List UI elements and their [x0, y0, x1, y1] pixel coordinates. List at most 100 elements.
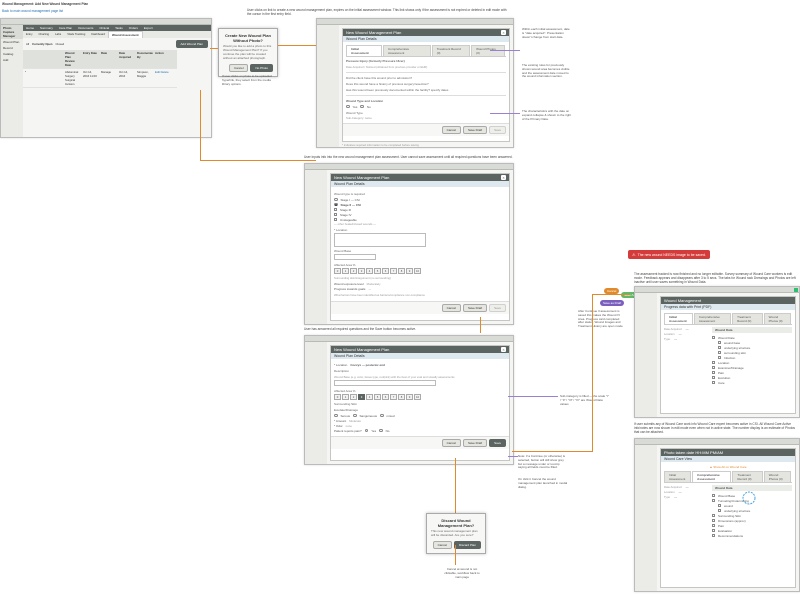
- sidebar: Photo Capture Manager Wound Plan Record …: [1, 25, 23, 137]
- modal-confirm-button[interactable]: Discard Plan: [454, 541, 481, 549]
- label-cat: Wound Type and Location: [346, 99, 506, 103]
- filter-all[interactable]: All: [26, 42, 29, 46]
- save-draft-button[interactable]: Save Draft: [463, 439, 487, 447]
- tab-treatment[interactable]: Treatment Record (0): [732, 471, 762, 482]
- k: Type: [664, 337, 670, 341]
- modal-cancel-button[interactable]: Cancel: [433, 541, 452, 549]
- checkbox-opt[interactable]: [334, 213, 337, 216]
- modal-confirm-button[interactable]: No Photo: [250, 64, 273, 72]
- close-icon[interactable]: ×: [501, 30, 506, 35]
- cancel-button[interactable]: Cancel: [442, 126, 461, 134]
- radio-opt[interactable]: [334, 203, 338, 207]
- radio-y[interactable]: [365, 429, 369, 433]
- radio-ex[interactable]: [334, 414, 338, 418]
- tab-photos[interactable]: Wound Photos (0): [764, 471, 791, 482]
- subtab-dashboard[interactable]: Dashboard: [88, 31, 108, 38]
- li: underlying structure: [724, 346, 750, 350]
- checkbox[interactable]: [718, 356, 721, 359]
- show-all-link[interactable]: Show All on Wound Care: [713, 465, 746, 469]
- radio-yes[interactable]: [346, 105, 350, 109]
- checkbox[interactable]: [712, 376, 715, 379]
- panel3-screen: New Wound Management Plan× Wound Plan De…: [304, 335, 514, 465]
- checkbox[interactable]: [712, 494, 715, 497]
- close-icon[interactable]: ×: [501, 175, 506, 180]
- tab-treatment[interactable]: Treatment Record (0): [432, 45, 470, 56]
- modal-cancel-button[interactable]: Cancel: [229, 64, 248, 72]
- checkbox[interactable]: [712, 534, 715, 537]
- tab-initial[interactable]: Initial Assessment: [664, 313, 693, 324]
- modal-title: Discard Wound Management Plan?: [431, 518, 481, 528]
- checkbox[interactable]: [718, 509, 721, 512]
- radio-ex[interactable]: [353, 414, 357, 418]
- li: Dimensions (approx): [718, 519, 746, 523]
- checkbox[interactable]: [712, 499, 715, 502]
- checkbox[interactable]: [712, 514, 715, 517]
- tab-initial[interactable]: Initial Assessment: [664, 471, 691, 482]
- opt: Stage IV: [340, 213, 352, 217]
- checkbox[interactable]: [712, 366, 715, 369]
- opt: Stage I — CSI: [341, 198, 360, 202]
- tab-photos[interactable]: Wound Photos (0): [764, 313, 791, 324]
- save-draft-button[interactable]: Save Draft: [463, 126, 487, 134]
- row-link[interactable]: Abdominal Surgery Surgical Incision: [63, 69, 81, 88]
- tab-comprehensive[interactable]: Comprehensive Assessment: [694, 313, 731, 324]
- checkbox[interactable]: [712, 381, 715, 384]
- subtab-labs[interactable]: Labs: [52, 31, 64, 38]
- connector: [512, 451, 592, 452]
- checkbox-opt[interactable]: [334, 208, 337, 211]
- checkbox[interactable]: [712, 336, 715, 339]
- tab-photos[interactable]: Wound Photos (0): [471, 45, 505, 56]
- tab-treatment[interactable]: Treatment Record (0): [732, 313, 763, 324]
- checkbox[interactable]: [712, 529, 715, 532]
- sidebar-item-add[interactable]: Add: [1, 57, 23, 63]
- tab-comprehensive[interactable]: Comprehensive Assessment: [692, 471, 731, 482]
- col-plan: Wound Plan Review Date: [63, 50, 81, 69]
- location-textarea[interactable]: [334, 233, 426, 247]
- subtab-charting[interactable]: Charting: [36, 31, 53, 38]
- wbase-input[interactable]: [334, 380, 436, 386]
- checkbox[interactable]: [718, 346, 721, 349]
- subtab-entry[interactable]: Entry: [23, 31, 36, 38]
- checkbox[interactable]: [718, 341, 721, 344]
- checkbox[interactable]: [718, 504, 721, 507]
- cancel-button[interactable]: Cancel: [442, 439, 461, 447]
- radio-opt[interactable]: [334, 198, 338, 202]
- li: Wound Base: [718, 494, 735, 498]
- panel-title: Photo taken date HH:MM PM/AM: [664, 450, 723, 455]
- add-wound-button[interactable]: Add Wound Plan: [176, 40, 208, 48]
- close-icon[interactable]: ×: [501, 347, 506, 352]
- subtab-wound[interactable]: Wound Assessment: [108, 31, 143, 38]
- li: Tunneling/Undermining: [718, 499, 749, 503]
- checkbox[interactable]: [712, 524, 715, 527]
- filter-closed[interactable]: Closed: [55, 42, 64, 46]
- label-plan: Surrounding Skin: [334, 402, 506, 406]
- tab-export[interactable]: Export: [141, 25, 156, 31]
- sidebar-item-photo[interactable]: Photo Capture Manager: [1, 25, 23, 39]
- checkbox[interactable]: [712, 371, 715, 374]
- modal-title: Create New Wound Plan Without Photo?: [223, 33, 273, 43]
- opt: Sanguineous: [360, 414, 378, 418]
- radio-n[interactable]: [379, 429, 383, 433]
- save-draft-button[interactable]: Save Draft: [463, 304, 487, 312]
- tab-initial[interactable]: Initial Assessment: [346, 45, 382, 56]
- wbase-input[interactable]: [334, 254, 376, 260]
- cancel-button[interactable]: Cancel: [442, 304, 461, 312]
- save-button-disabled: Save: [489, 126, 506, 134]
- back-link[interactable]: Back to main wound management page list: [2, 9, 63, 13]
- filter-open[interactable]: Currently Open: [32, 42, 52, 46]
- area-scale[interactable]: 012345678910: [334, 268, 421, 274]
- tab-comprehensive[interactable]: Comprehensive Assessment: [383, 45, 431, 56]
- checkbox[interactable]: [712, 361, 715, 364]
- area-scale[interactable]: 012345678910: [334, 394, 421, 400]
- checkbox[interactable]: [718, 351, 721, 354]
- radio-ex[interactable]: [380, 414, 384, 418]
- k: Location: [664, 332, 675, 336]
- radio-no[interactable]: [360, 105, 364, 109]
- row-actions[interactable]: Edit Delete: [153, 69, 177, 88]
- val-wexp: Moderately: [367, 282, 381, 286]
- label-edge: Surrounding skin/integument (no surround…: [334, 276, 506, 280]
- checkbox[interactable]: [712, 519, 715, 522]
- checkbox-opt[interactable]: [334, 218, 337, 221]
- subtab-vitals[interactable]: Vitals Tracking: [64, 31, 88, 38]
- save-button[interactable]: Save: [489, 439, 506, 447]
